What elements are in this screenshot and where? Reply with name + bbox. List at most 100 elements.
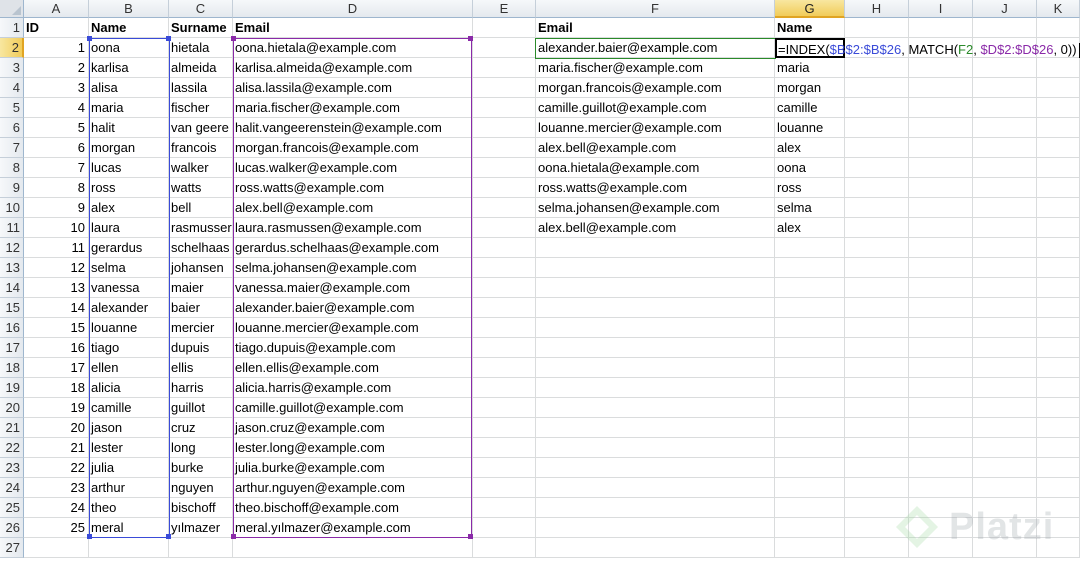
cell[interactable] [1037, 238, 1080, 258]
cell[interactable]: laura.rasmussen@example.com [233, 218, 473, 238]
cell[interactable] [775, 378, 845, 398]
cell[interactable] [1037, 158, 1080, 178]
column-header-g[interactable]: G [775, 0, 845, 18]
cell[interactable] [1037, 398, 1080, 418]
cell[interactable]: camille.guillot@example.com [536, 98, 775, 118]
cell[interactable]: oona.hietala@example.com [233, 38, 473, 58]
cell[interactable]: tiago [89, 338, 169, 358]
cell[interactable] [909, 418, 973, 438]
cell[interactable]: ross [89, 178, 169, 198]
cell[interactable]: vanessa [89, 278, 169, 298]
cell[interactable] [973, 298, 1037, 318]
cell[interactable] [775, 338, 845, 358]
cell[interactable]: 24 [24, 498, 89, 518]
cell[interactable] [973, 458, 1037, 478]
cell[interactable] [845, 278, 909, 298]
cell[interactable] [473, 138, 536, 158]
cell[interactable] [473, 458, 536, 478]
header-cell[interactable]: Surname [169, 18, 233, 38]
cell[interactable]: 20 [24, 418, 89, 438]
cell[interactable]: 4 [24, 98, 89, 118]
cell[interactable]: johansen [169, 258, 233, 278]
cell[interactable] [233, 538, 473, 558]
cell[interactable] [973, 378, 1037, 398]
cell[interactable]: francois [169, 138, 233, 158]
cell[interactable]: camille [775, 98, 845, 118]
cell[interactable] [775, 358, 845, 378]
row-header-21[interactable]: 21 [0, 418, 24, 438]
cell[interactable] [775, 478, 845, 498]
row-header-4[interactable]: 4 [0, 78, 24, 98]
cell[interactable] [536, 338, 775, 358]
cell[interactable] [473, 218, 536, 238]
cell[interactable] [845, 418, 909, 438]
cell[interactable]: 16 [24, 338, 89, 358]
cell[interactable]: 3 [24, 78, 89, 98]
cell[interactable] [775, 278, 845, 298]
cell[interactable]: selma [775, 198, 845, 218]
cell[interactable] [473, 258, 536, 278]
cell[interactable] [775, 238, 845, 258]
cell[interactable] [973, 158, 1037, 178]
cell[interactable] [536, 518, 775, 538]
cell[interactable] [909, 158, 973, 178]
cell[interactable] [909, 258, 973, 278]
row-header-14[interactable]: 14 [0, 278, 24, 298]
cell[interactable]: 12 [24, 258, 89, 278]
cell[interactable] [909, 298, 973, 318]
cell[interactable] [775, 498, 845, 518]
cell[interactable]: ellis [169, 358, 233, 378]
row-header-3[interactable]: 3 [0, 58, 24, 78]
cell[interactable] [909, 458, 973, 478]
cell[interactable] [473, 178, 536, 198]
cell[interactable] [536, 438, 775, 458]
cell[interactable]: van geere [169, 118, 233, 138]
cell[interactable]: selma.johansen@example.com [233, 258, 473, 278]
header-cell[interactable]: Email [536, 18, 775, 38]
cell[interactable] [845, 258, 909, 278]
cell[interactable] [473, 78, 536, 98]
column-header-k[interactable]: K [1037, 0, 1080, 18]
cell[interactable]: 15 [24, 318, 89, 338]
cell[interactable] [536, 238, 775, 258]
cell[interactable] [473, 298, 536, 318]
cell[interactable]: lester.long@example.com [233, 438, 473, 458]
cell[interactable]: watts [169, 178, 233, 198]
cell[interactable]: alisa [89, 78, 169, 98]
cell[interactable]: laura [89, 218, 169, 238]
cell[interactable] [973, 338, 1037, 358]
header-cell[interactable]: ID [24, 18, 89, 38]
cell[interactable] [845, 78, 909, 98]
cell[interactable]: tiago.dupuis@example.com [233, 338, 473, 358]
cell[interactable]: alex.bell@example.com [536, 138, 775, 158]
cell[interactable]: maria.fischer@example.com [233, 98, 473, 118]
cell[interactable]: ellen [89, 358, 169, 378]
cell[interactable] [775, 458, 845, 478]
cell[interactable] [973, 258, 1037, 278]
cell[interactable] [536, 498, 775, 518]
resize-handle[interactable] [231, 534, 236, 539]
cell[interactable] [909, 438, 973, 458]
cell[interactable]: lucas.walker@example.com [233, 158, 473, 178]
cell[interactable]: julia.burke@example.com [233, 458, 473, 478]
cell[interactable]: 6 [24, 138, 89, 158]
resize-handle[interactable] [468, 534, 473, 539]
cell[interactable]: alex [89, 198, 169, 218]
cell[interactable] [973, 318, 1037, 338]
row-header-10[interactable]: 10 [0, 198, 24, 218]
row-header-27[interactable]: 27 [0, 538, 24, 558]
cell[interactable] [973, 478, 1037, 498]
cell[interactable]: morgan.francois@example.com [233, 138, 473, 158]
formula-cell-g2[interactable]: =INDEX($B$2:$B$26, MATCH(F2, $D$2:$D$26,… [775, 38, 1080, 59]
cell[interactable]: 19 [24, 398, 89, 418]
cell[interactable] [909, 318, 973, 338]
row-header-9[interactable]: 9 [0, 178, 24, 198]
cell[interactable]: morgan [89, 138, 169, 158]
cell[interactable] [973, 178, 1037, 198]
cell[interactable] [973, 438, 1037, 458]
cell[interactable]: nguyen [169, 478, 233, 498]
cell[interactable]: selma [89, 258, 169, 278]
column-header-a[interactable]: A [24, 0, 89, 18]
row-header-18[interactable]: 18 [0, 358, 24, 378]
cell[interactable]: 13 [24, 278, 89, 298]
